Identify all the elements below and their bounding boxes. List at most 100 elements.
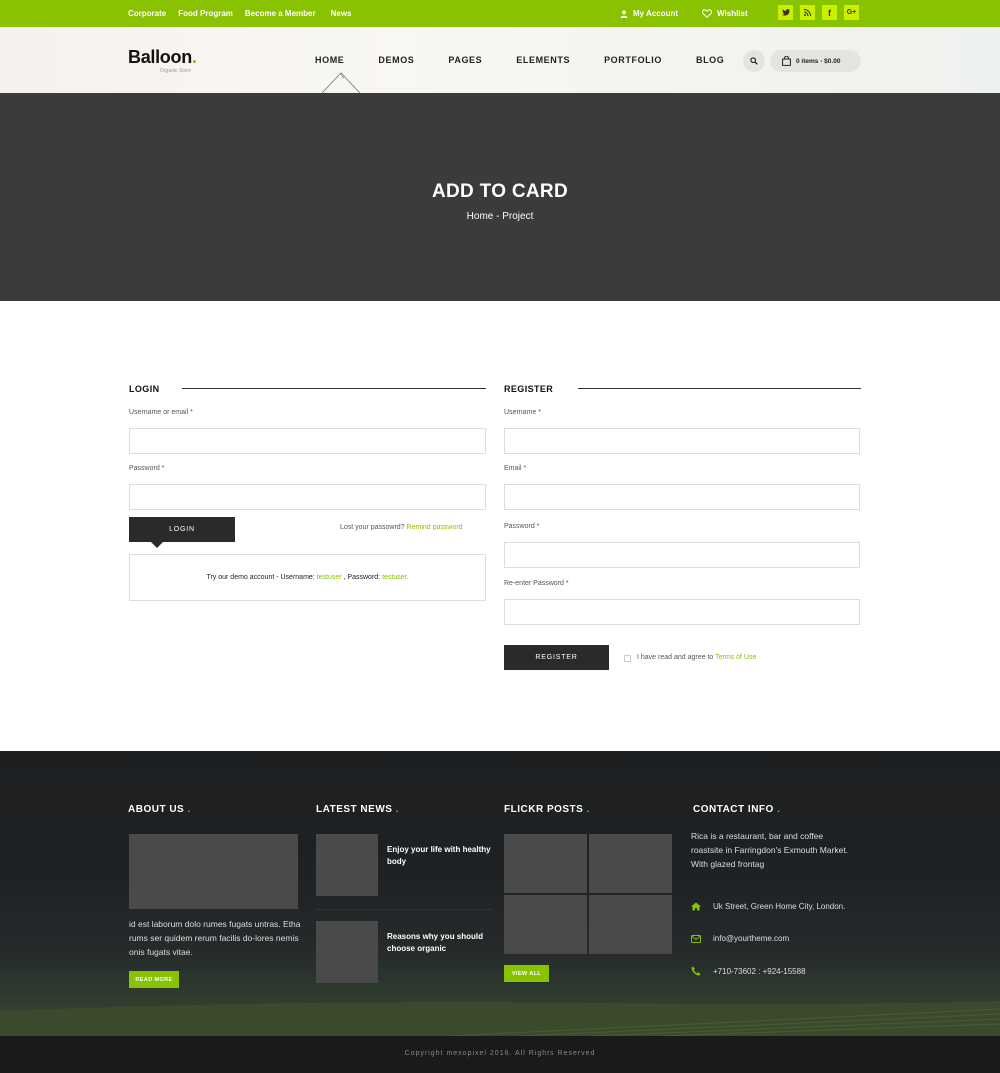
phone-icon	[691, 966, 701, 976]
news-heading-text: LATEST NEWS	[316, 804, 393, 815]
main-nav: HOME DEMOS PAGES ELEMENTS PORTFOLIO BLOG	[315, 27, 758, 93]
top-link-food-program[interactable]: Food Program	[178, 9, 233, 18]
nav-pages[interactable]: PAGES	[448, 55, 482, 65]
my-account-link[interactable]: My Account	[620, 9, 678, 18]
register-password-input[interactable]	[504, 542, 860, 568]
user-icon	[620, 9, 628, 18]
nav-active-arrow-icon	[322, 72, 360, 94]
register-heading-divider	[578, 388, 861, 389]
demo-account-box: Try our demo account - Username: testuse…	[129, 554, 486, 601]
register-reenter-label: Re-enter Password *	[504, 580, 569, 587]
login-username-input[interactable]	[129, 428, 486, 454]
breadcrumb[interactable]: Home - Project	[0, 211, 1000, 222]
top-bar: Corporate Food Program Become a Member N…	[0, 0, 1000, 27]
remind-password-link[interactable]: Remind password	[407, 524, 463, 531]
top-link-news[interactable]: News	[331, 9, 352, 18]
contact-heading-text: CONTACT INFO	[693, 804, 774, 815]
nav-elements[interactable]: ELEMENTS	[516, 55, 570, 65]
login-button[interactable]: LOGIN	[129, 517, 235, 542]
terms-checkbox[interactable]	[624, 655, 631, 662]
top-link-corporate[interactable]: Corporate	[128, 9, 166, 18]
top-link-become-member[interactable]: Become a Member	[245, 9, 316, 18]
lost-password-text: Lost your passowrd?	[340, 524, 405, 531]
register-reenter-input[interactable]	[504, 599, 860, 625]
contact-text: Rica is a restaurant, bar and coffee roa…	[691, 831, 849, 869]
nav-blog[interactable]: BLOG	[696, 55, 724, 65]
register-username-input[interactable]	[504, 428, 860, 454]
flickr-photo[interactable]	[589, 895, 672, 954]
register-heading: REGISTER	[504, 384, 554, 394]
nav-demos[interactable]: DEMOS	[378, 55, 414, 65]
register-email-input[interactable]	[504, 484, 860, 510]
flickr-heading: FLICKR POSTS .	[504, 804, 590, 815]
login-tooltip-caret	[151, 542, 163, 548]
cart-button[interactable]: 0 items - $0.00	[770, 50, 861, 72]
social-links: f G+	[778, 5, 859, 20]
wishlist-link[interactable]: Wishlist	[702, 9, 748, 18]
demo-username: testuser	[316, 574, 342, 581]
login-heading: LOGIN	[129, 384, 160, 394]
terms-link[interactable]: Terms of Use	[715, 654, 756, 661]
news-divider	[316, 909, 492, 910]
email-text[interactable]: info@yourtheme.com	[713, 934, 789, 943]
about-text: id est laborum dolo rumes fugats untras.…	[129, 919, 301, 957]
login-password-label: Password *	[129, 465, 165, 472]
news-thumb[interactable]	[316, 834, 378, 896]
flickr-photo[interactable]	[504, 834, 587, 893]
nav-portfolio[interactable]: PORTFOLIO	[604, 55, 662, 65]
top-links: Corporate Food Program Become a Member N…	[128, 0, 352, 27]
wishlist-label: Wishlist	[717, 9, 748, 18]
contact-email: info@yourtheme.com	[691, 934, 789, 943]
nav-home[interactable]: HOME	[315, 55, 344, 65]
contact-heading-dot: .	[777, 804, 781, 815]
cart-summary: 0 items - $0.00	[796, 57, 841, 65]
demo-password: testuser.	[382, 574, 409, 581]
footer-field-background	[0, 1001, 1000, 1036]
google-plus-icon[interactable]: G+	[844, 5, 859, 20]
terms-row: I have read and agree to Terms of Use	[637, 654, 756, 661]
copyright-text: Copyright mexopixel 2016. All Rights Res…	[404, 1050, 596, 1057]
news-heading: LATEST NEWS .	[316, 804, 399, 815]
logo-text: Balloon	[128, 47, 192, 67]
demo-prefix: Try our demo account - Username:	[206, 574, 315, 581]
about-image	[129, 834, 298, 909]
contact-address: Uk Street, Green Home City, London.	[691, 902, 845, 911]
shopping-bag-icon	[782, 56, 791, 66]
news-title[interactable]: Reasons why you should choose organic	[387, 931, 499, 955]
flickr-heading-dot: .	[586, 804, 590, 815]
rss-icon[interactable]	[800, 5, 815, 20]
login-password-input[interactable]	[129, 484, 486, 510]
news-thumb[interactable]	[316, 921, 378, 983]
page-hero: ADD TO CARD Home - Project	[0, 93, 1000, 301]
read-more-button[interactable]: READ MORE	[129, 971, 179, 988]
about-heading: ABOUT US .	[128, 804, 191, 815]
flickr-photo[interactable]	[504, 895, 587, 954]
register-button[interactable]: REGISTER	[504, 645, 609, 670]
home-icon	[691, 902, 701, 911]
login-username-label: Username or email *	[129, 409, 193, 416]
address-text: Uk Street, Green Home City, London.	[713, 902, 846, 911]
logo-dot: .	[191, 47, 197, 67]
flickr-heading-text: FLICKR POSTS	[504, 804, 584, 815]
site-footer: ABOUT US . id est laborum dolo rumes fug…	[0, 751, 1000, 1036]
contact-phone: +710-73602 : +924-15588	[691, 966, 806, 976]
demo-mid: , Password:	[343, 574, 381, 581]
heart-icon	[702, 9, 713, 18]
contact-heading: CONTACT INFO .	[693, 804, 780, 815]
twitter-icon[interactable]	[778, 5, 793, 20]
google-plus-glyph: G+	[846, 9, 857, 16]
logo[interactable]: Balloon. Organic Store	[128, 47, 197, 74]
register-username-label: Username *	[504, 409, 541, 416]
copyright-bar: Copyright mexopixel 2016. All Rights Res…	[0, 1036, 1000, 1073]
search-button[interactable]	[743, 50, 765, 72]
flickr-photo[interactable]	[589, 834, 672, 893]
view-all-button[interactable]: VIEW ALL	[504, 965, 549, 982]
envelope-icon	[691, 934, 701, 943]
facebook-icon[interactable]: f	[822, 5, 837, 20]
my-account-label: My Account	[633, 9, 679, 18]
terms-text: I have read and agree to	[637, 654, 714, 661]
news-title[interactable]: Enjoy your life with healthy body	[387, 844, 492, 868]
login-heading-divider	[182, 388, 486, 389]
register-email-label: Email *	[504, 465, 527, 472]
logo-tagline: Organic Store	[160, 68, 191, 74]
